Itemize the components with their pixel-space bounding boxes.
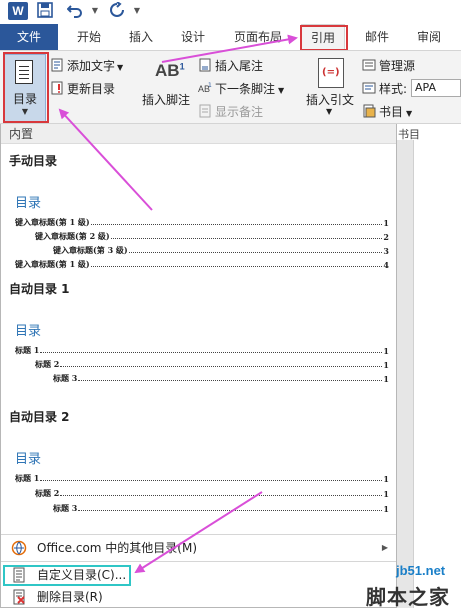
tab-file[interactable]: 文件 [0, 24, 58, 50]
manual-toc-title: 手动目录 [9, 154, 58, 168]
next-footnote-button[interactable]: AB 1 下一条脚注 ▼ [198, 80, 284, 98]
footnote-icon: AB1 [155, 61, 185, 80]
toc-entry: 键入章标题(第 1 级) 4 [15, 259, 389, 270]
tab-review[interactable]: 审阅 [410, 24, 448, 50]
manage-sources-icon [362, 58, 376, 75]
chevron-right-icon: ▶ [381, 543, 388, 552]
toc-entry: 标题 21 [35, 359, 389, 370]
next-footnote-icon: AB 1 [198, 81, 212, 98]
toc-entry: 键入章标题(第 2 级) 2 [35, 231, 389, 242]
bibliography-label: 书目 [379, 105, 404, 119]
manage-sources-label: 管理源 [379, 59, 416, 73]
add-text-button[interactable]: 添加文字 ▼ [50, 57, 123, 75]
insert-footnote-button[interactable]: 插入脚注 [142, 91, 190, 108]
toc-entry: 标题 11 [15, 473, 389, 484]
endnote-icon [198, 58, 212, 75]
toc-button-highlight [3, 52, 49, 123]
show-notes-icon [198, 104, 212, 121]
toc-entry: 键入章标题(第 3 级) 3 [53, 245, 389, 256]
document-area [397, 140, 461, 608]
remove-toc-item[interactable]: 删除目录(R) [1, 586, 396, 608]
insert-citation-button[interactable]: 插入引文 [306, 91, 354, 108]
tab-design[interactable]: 设计 [174, 24, 212, 50]
undo-icon[interactable] [66, 2, 84, 20]
tab-mailings[interactable]: 邮件 [358, 24, 396, 50]
insert-endnote-label: 插入尾注 [215, 59, 264, 73]
citation-dropdown-icon[interactable]: ▼ [326, 107, 332, 116]
redo-icon[interactable] [108, 1, 126, 20]
toc-entry: 键入章标题(第 1 级) 1 [15, 217, 389, 228]
next-footnote-label: 下一条脚注 [215, 82, 276, 96]
tab-insert[interactable]: 插入 [122, 24, 160, 50]
bibliography-icon [362, 104, 376, 121]
show-notes-button[interactable]: 显示备注 [198, 103, 263, 121]
toc-entry: 标题 31 [53, 503, 389, 514]
document-page[interactable] [413, 140, 461, 608]
menu-separator [1, 561, 396, 562]
watermark-url: jb51.net [396, 563, 446, 578]
auto-toc-1-title: 自动目录 1 [9, 282, 70, 296]
auto-toc-2-title: 自动目录 2 [9, 410, 70, 424]
auto-toc-1-heading: 目录 [15, 324, 42, 339]
word-logo-icon: W [8, 2, 28, 20]
auto-toc-2-heading: 目录 [15, 452, 42, 467]
toc-entry: 标题 11 [15, 345, 389, 356]
update-toc-label: 更新目录 [67, 82, 116, 96]
svg-text:1: 1 [208, 82, 212, 89]
menu-separator [1, 534, 396, 535]
insert-footnote-label: 插入脚注 [142, 93, 191, 107]
ribbon: 目录 ▼ 添加文字 ▼ 更新目录 AB1 插入脚注 插入尾注 AB 1 下一条脚注 ▼ … [0, 50, 461, 124]
references-tab-highlight [300, 25, 348, 51]
add-text-label: 添加文字 [67, 59, 116, 73]
manual-toc-heading: 目录 [15, 196, 42, 211]
insert-citation-icon: (=) [318, 58, 344, 88]
redo-dropdown-icon[interactable]: ▼ [128, 2, 146, 20]
remove-toc-icon [11, 589, 27, 605]
update-icon [50, 81, 64, 98]
style-selector: 样式: [362, 80, 407, 98]
style-icon [362, 81, 376, 98]
save-icon[interactable] [36, 2, 54, 20]
update-toc-button[interactable]: 更新目录 [50, 80, 115, 98]
toc-gallery: 内置 手动目录 目录 键入章标题(第 1 级) 1 键入章标题(第 2 级) 2 键… [0, 124, 397, 608]
insert-endnote-button[interactable]: 插入尾注 [198, 57, 263, 75]
undo-dropdown-icon[interactable]: ▼ [86, 2, 104, 20]
style-dropdown[interactable]: APA [411, 79, 461, 97]
ribbon-tabs: 文件 开始 插入 设计 页面布局 引用 邮件 审阅 [0, 24, 461, 50]
office-globe-icon [11, 540, 27, 556]
manage-sources-button[interactable]: 管理源 [362, 57, 415, 75]
more-toc-from-office-item[interactable]: Office.com 中的其他目录(M) ▶ [1, 537, 396, 559]
toc-entry: 标题 31 [53, 373, 389, 384]
tab-page-layout[interactable]: 页面布局 [228, 24, 288, 50]
tab-home[interactable]: 开始 [70, 24, 108, 50]
style-label: 样式: [379, 82, 408, 96]
more-toc-label: Office.com 中的其他目录(M) [37, 541, 198, 555]
toc-entry: 标题 21 [35, 488, 389, 499]
custom-toc-highlight [3, 565, 131, 586]
insert-citation-label: 插入引文 [306, 93, 355, 107]
show-notes-label: 显示备注 [215, 105, 264, 119]
quick-access-toolbar: W ▼ ▼ [0, 0, 461, 24]
watermark-site: 脚本之家 [366, 585, 450, 608]
remove-toc-label: 删除目录(R) [37, 590, 103, 604]
add-text-icon [50, 58, 64, 75]
bibliography-button[interactable]: 书目 ▼ [362, 103, 412, 121]
gallery-header-builtin: 内置 [1, 124, 396, 144]
